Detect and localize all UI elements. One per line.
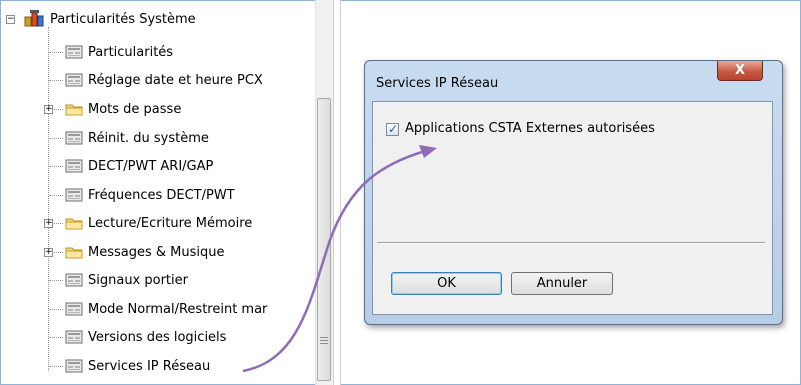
annotation-arrow: [242, 145, 437, 373]
